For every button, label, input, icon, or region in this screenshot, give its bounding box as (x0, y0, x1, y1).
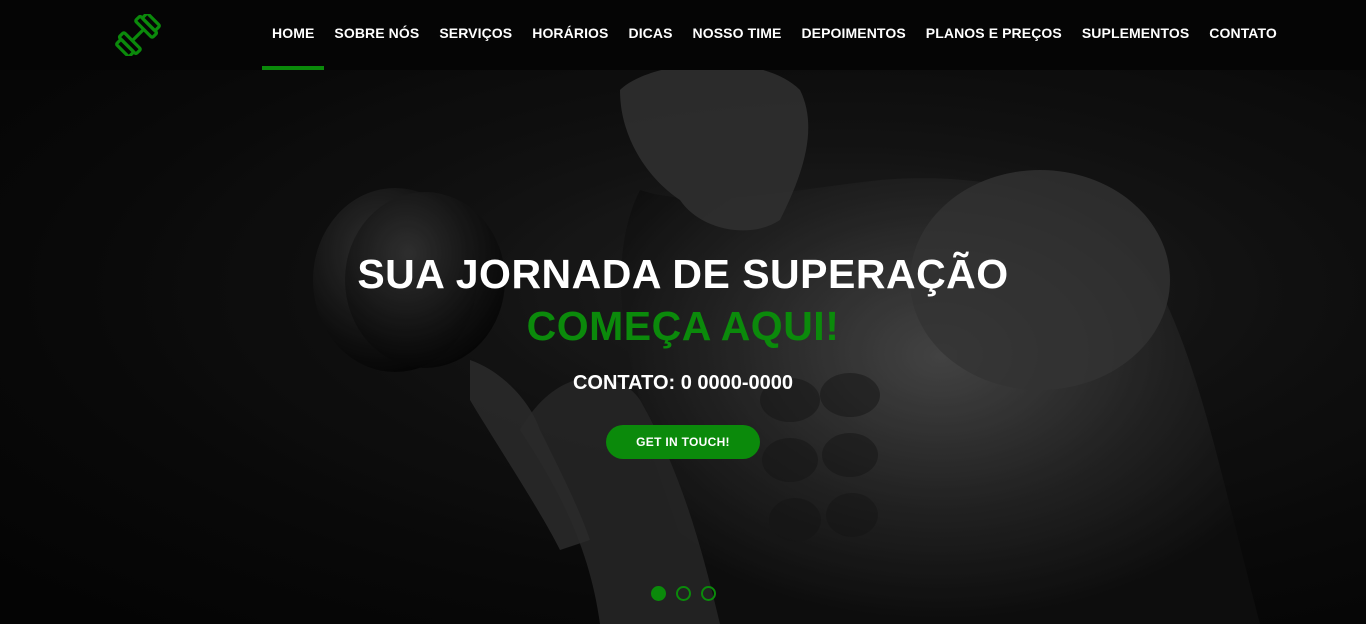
hero-contact-phone: CONTATO: 0 0000-0000 (572, 372, 794, 394)
hero-content: SUA JORNADA DE SUPERAÇÃO COMEÇA AQUI! CO… (0, 250, 1366, 459)
slider-pagination (0, 586, 1366, 601)
logo-dumbbell-icon[interactable] (114, 14, 162, 56)
nav-item-depoimentos[interactable]: DEPOIMENTOS (791, 0, 915, 70)
hero-slider: SUA JORNADA DE SUPERAÇÃO COMEÇA AQUI! CO… (0, 70, 1366, 624)
page: HOME SOBRE NÓS SERVIÇOS HORÁRIOS DICAS N… (0, 0, 1366, 624)
hero-subheadline: COMEÇA AQUI! (526, 303, 840, 349)
slider-dot-1[interactable] (650, 586, 666, 601)
nav-item-horarios[interactable]: HORÁRIOS (522, 0, 618, 70)
nav-item-planos-e-precos[interactable]: PLANOS E PREÇOS (916, 0, 1072, 70)
get-in-touch-button[interactable]: GET IN TOUCH! (606, 425, 760, 459)
nav-item-home[interactable]: HOME (262, 0, 325, 70)
hero-headline: SUA JORNADA DE SUPERAÇÃO (357, 251, 1009, 297)
dumbbell-icon (115, 14, 161, 56)
nav-item-contato[interactable]: CONTATO (1199, 0, 1287, 70)
nav-item-nosso-time[interactable]: NOSSO TIME (683, 0, 792, 70)
nav-item-sobre-nos[interactable]: SOBRE NÓS (324, 0, 429, 70)
slider-dot-3[interactable] (700, 586, 716, 601)
top-navbar: HOME SOBRE NÓS SERVIÇOS HORÁRIOS DICAS N… (0, 0, 1366, 70)
nav-item-dicas[interactable]: DICAS (618, 0, 682, 70)
slider-dot-2[interactable] (675, 586, 691, 601)
main-nav: HOME SOBRE NÓS SERVIÇOS HORÁRIOS DICAS N… (262, 0, 1287, 70)
nav-item-servicos[interactable]: SERVIÇOS (429, 0, 522, 70)
nav-item-suplementos[interactable]: SUPLEMENTOS (1072, 0, 1199, 70)
